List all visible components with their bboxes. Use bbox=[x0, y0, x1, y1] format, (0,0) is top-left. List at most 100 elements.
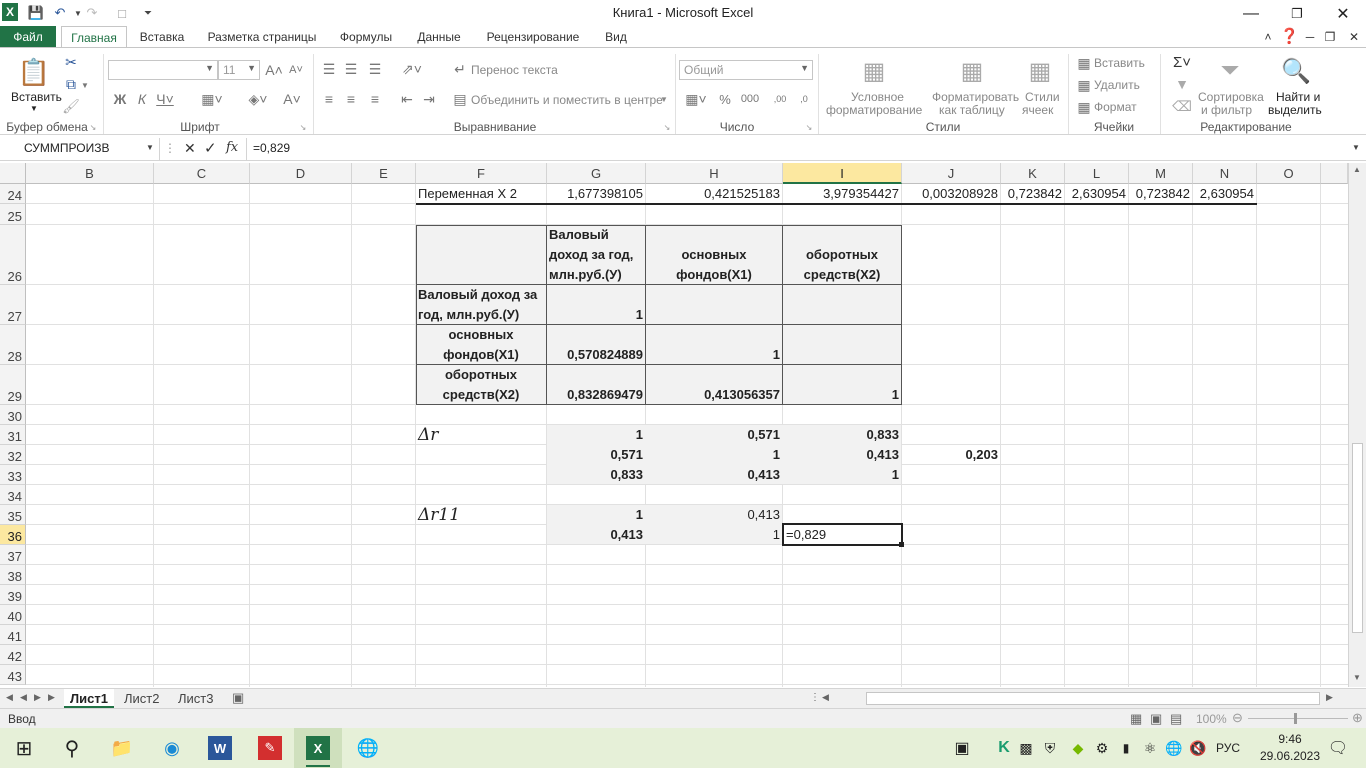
column-header-b[interactable]: B bbox=[26, 163, 154, 184]
page-layout-view-icon[interactable]: ▣ bbox=[1150, 711, 1162, 727]
column-header-i[interactable]: I bbox=[783, 163, 902, 184]
align-top-icon[interactable]: ☰ bbox=[320, 60, 338, 78]
paste-icon[interactable]: 📋 bbox=[18, 54, 50, 90]
cell-g35[interactable]: 1 bbox=[547, 507, 645, 522]
tray-shield-icon[interactable]: ⛨ bbox=[1040, 732, 1060, 764]
cell-g29[interactable]: 0,832869479 bbox=[547, 387, 645, 402]
formula-options-icon[interactable]: ⋮ bbox=[164, 141, 176, 155]
sort-filter-label-1[interactable]: Сортировка bbox=[1198, 90, 1264, 104]
cell-f28-line2[interactable]: фондов(Х1) bbox=[416, 347, 546, 362]
row-header-26[interactable]: 26 bbox=[0, 225, 26, 285]
find-select-label-2[interactable]: выделить bbox=[1268, 103, 1322, 117]
cell-j24[interactable]: 0,003208928 bbox=[902, 186, 1000, 201]
cell-f29-line2[interactable]: средств(Х2) bbox=[416, 387, 546, 402]
align-bottom-icon[interactable]: ☰ bbox=[366, 60, 384, 78]
cell-g31[interactable]: 1 bbox=[547, 427, 645, 442]
cell-g24[interactable]: 1,677398105 bbox=[547, 186, 645, 201]
restore-button[interactable]: ❐ bbox=[1274, 0, 1320, 28]
prev-sheet-icon[interactable]: ◀ bbox=[20, 692, 27, 703]
row-header-34[interactable]: 34 bbox=[0, 485, 26, 505]
zoom-slider-thumb[interactable] bbox=[1294, 713, 1297, 724]
orientation-icon[interactable]: ⇗˅ bbox=[398, 60, 426, 78]
align-right-icon[interactable]: ≡ bbox=[366, 90, 384, 108]
column-header-j[interactable]: J bbox=[902, 163, 1001, 184]
ribbon-restore-icon[interactable]: ❐ bbox=[1322, 26, 1338, 48]
row-header-43[interactable]: 43 bbox=[0, 665, 26, 685]
column-header-g[interactable]: G bbox=[547, 163, 646, 184]
scroll-right-icon[interactable]: ▶ bbox=[1326, 692, 1333, 703]
row-header-28[interactable]: 28 bbox=[0, 325, 26, 365]
worksheet-grid[interactable]: B C D E F G H I J K L M N O 24 25 26 27 … bbox=[0, 163, 1348, 687]
row-header-37[interactable]: 37 bbox=[0, 545, 26, 565]
expand-formula-icon[interactable]: ▼ bbox=[1352, 143, 1360, 152]
cell-g26-line1[interactable]: Валовый bbox=[547, 227, 645, 242]
conditional-formatting-label-1[interactable]: Условное bbox=[851, 90, 904, 104]
insert-cells-icon[interactable]: ▦ bbox=[1076, 55, 1092, 71]
row-header-40[interactable]: 40 bbox=[0, 605, 26, 625]
row-header-31[interactable]: 31 bbox=[0, 425, 26, 445]
cell-g36[interactable]: 0,413 bbox=[547, 527, 645, 542]
bold-icon[interactable]: Ж bbox=[112, 90, 128, 108]
align-left-icon[interactable]: ≡ bbox=[320, 90, 338, 108]
currency-format-icon[interactable]: ▦˅ bbox=[682, 90, 710, 108]
clear-icon[interactable]: ⌫ bbox=[1168, 98, 1196, 114]
merge-center-icon[interactable]: ▤ bbox=[452, 90, 468, 108]
font-name-dropdown[interactable]: ▼ bbox=[108, 60, 218, 80]
row-header-29[interactable]: 29 bbox=[0, 365, 26, 405]
tray-nvidia-icon[interactable]: ◆ bbox=[1066, 732, 1090, 764]
sort-filter-label-2[interactable]: и фильтр bbox=[1201, 103, 1252, 117]
cell-i26-line2[interactable]: средств(Х2) bbox=[783, 267, 901, 282]
align-middle-icon[interactable]: ☰ bbox=[342, 60, 360, 78]
cell-m24[interactable]: 0,723842 bbox=[1129, 186, 1192, 201]
decrease-indent-icon[interactable]: ⇤ bbox=[398, 90, 416, 108]
number-format-dropdown[interactable]: Общий ▼ bbox=[679, 60, 813, 80]
cell-h32[interactable]: 1 bbox=[646, 447, 782, 462]
row-header-32[interactable]: 32 bbox=[0, 445, 26, 465]
first-sheet-icon[interactable]: ◀ bbox=[6, 692, 13, 703]
sheet-tab-2[interactable]: Лист2 bbox=[118, 689, 165, 708]
format-as-table-icon[interactable]: ▦ bbox=[956, 54, 988, 88]
row-header-33[interactable]: 33 bbox=[0, 465, 26, 485]
sort-filter-icon[interactable]: ⏷ bbox=[1214, 54, 1246, 88]
tab-split-handle[interactable]: ⋮ bbox=[810, 692, 820, 703]
cell-i32[interactable]: 0,413 bbox=[783, 447, 901, 462]
cell-i31[interactable]: 0,833 bbox=[783, 427, 901, 442]
cell-g27[interactable]: 1 bbox=[547, 307, 645, 322]
pdf-reader-icon[interactable]: ✎ bbox=[258, 736, 282, 760]
autosum-icon[interactable]: Σ˅ bbox=[1168, 54, 1196, 71]
cell-f27-line1[interactable]: Валовый доход за bbox=[416, 287, 546, 302]
cell-f31[interactable]: Δr bbox=[416, 425, 546, 445]
row-header-39[interactable]: 39 bbox=[0, 585, 26, 605]
horizontal-scroll-thumb[interactable] bbox=[866, 692, 1320, 705]
tray-k-icon[interactable]: K bbox=[994, 732, 1014, 764]
merge-dropdown-icon[interactable]: ▼ bbox=[660, 95, 668, 104]
scroll-down-icon[interactable]: ▼ bbox=[1353, 673, 1361, 682]
sheet-tab-3[interactable]: Лист3 bbox=[172, 689, 219, 708]
cell-i29[interactable]: 1 bbox=[783, 387, 901, 402]
select-all-corner[interactable] bbox=[0, 163, 26, 184]
windows-start-icon[interactable]: ⊞ bbox=[6, 732, 42, 764]
row-header-27[interactable]: 27 bbox=[0, 285, 26, 325]
cancel-entry-icon[interactable]: ✕ bbox=[184, 140, 196, 157]
column-header-f[interactable]: F bbox=[416, 163, 547, 184]
column-header-l[interactable]: L bbox=[1065, 163, 1129, 184]
clock-date[interactable]: 29.06.2023 bbox=[1256, 749, 1324, 763]
insert-cells-button[interactable]: Вставить bbox=[1094, 56, 1145, 70]
format-cells-button[interactable]: Формат bbox=[1094, 100, 1137, 114]
new-sheet-icon[interactable]: ▣ bbox=[232, 690, 244, 706]
tab-data[interactable]: Данные bbox=[408, 26, 470, 48]
delete-cells-icon[interactable]: ▦ bbox=[1076, 77, 1092, 93]
paste-button[interactable]: Вставить bbox=[11, 90, 62, 104]
cell-g26-line3[interactable]: млн.руб.(У) bbox=[547, 267, 645, 282]
tab-file[interactable]: Файл bbox=[0, 26, 56, 48]
battery-icon[interactable]: ▮ bbox=[1116, 732, 1136, 764]
help-icon[interactable]: ❓ bbox=[1280, 26, 1299, 48]
row-header-35[interactable]: 35 bbox=[0, 505, 26, 525]
delete-cells-button[interactable]: Удалить bbox=[1094, 78, 1140, 92]
font-size-dropdown[interactable]: 11 ▼ bbox=[218, 60, 260, 80]
excel-app-icon[interactable]: X bbox=[306, 736, 330, 760]
tray-usb-icon[interactable]: ⚙ bbox=[1092, 732, 1112, 764]
align-center-icon[interactable]: ≡ bbox=[342, 90, 360, 108]
cell-i26-line1[interactable]: оборотных bbox=[783, 247, 901, 262]
notifications-icon[interactable]: 🗨 bbox=[1324, 732, 1352, 764]
